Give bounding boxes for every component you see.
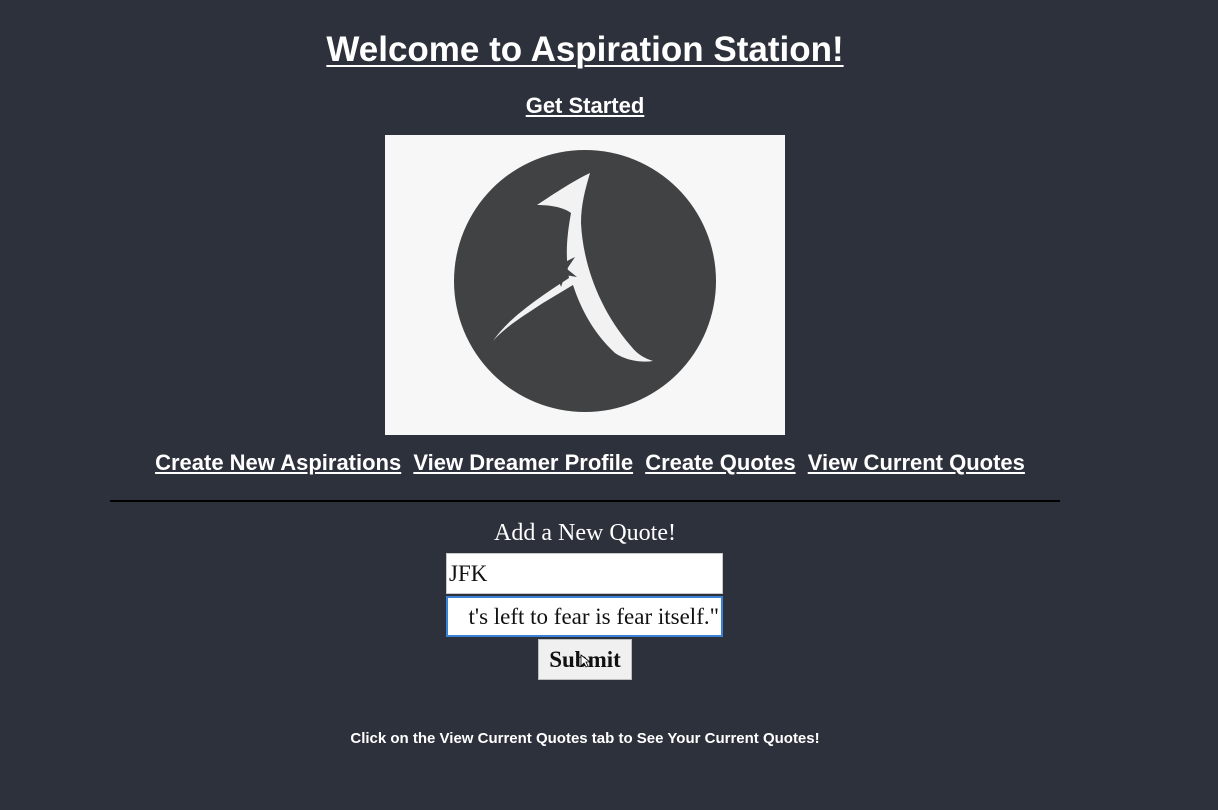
nav-create-quotes[interactable]: Create Quotes	[645, 450, 795, 475]
quote-input[interactable]: t's left to fear is fear itself."	[446, 596, 723, 637]
section-divider	[110, 500, 1060, 502]
get-started-link[interactable]: Get Started	[0, 93, 1170, 119]
nav-view-dreamer-profile[interactable]: View Dreamer Profile	[413, 450, 633, 475]
logo-image	[385, 135, 785, 435]
mouse-cursor-icon	[580, 654, 590, 668]
page: Welcome to Aspiration Station! Get Start…	[0, 0, 1218, 810]
nav-view-current-quotes[interactable]: View Current Quotes	[808, 450, 1025, 475]
author-input[interactable]: JFK	[446, 553, 723, 594]
main-nav: Create New Aspirations View Dreamer Prof…	[0, 450, 1180, 476]
page-title: Welcome to Aspiration Station!	[326, 30, 844, 69]
aspiration-logo-icon	[454, 150, 716, 412]
footer-note: Click on the View Current Quotes tab to …	[350, 730, 820, 747]
form-heading: Add a New Quote!	[494, 520, 676, 546]
nav-create-new-aspirations[interactable]: Create New Aspirations	[155, 450, 401, 475]
